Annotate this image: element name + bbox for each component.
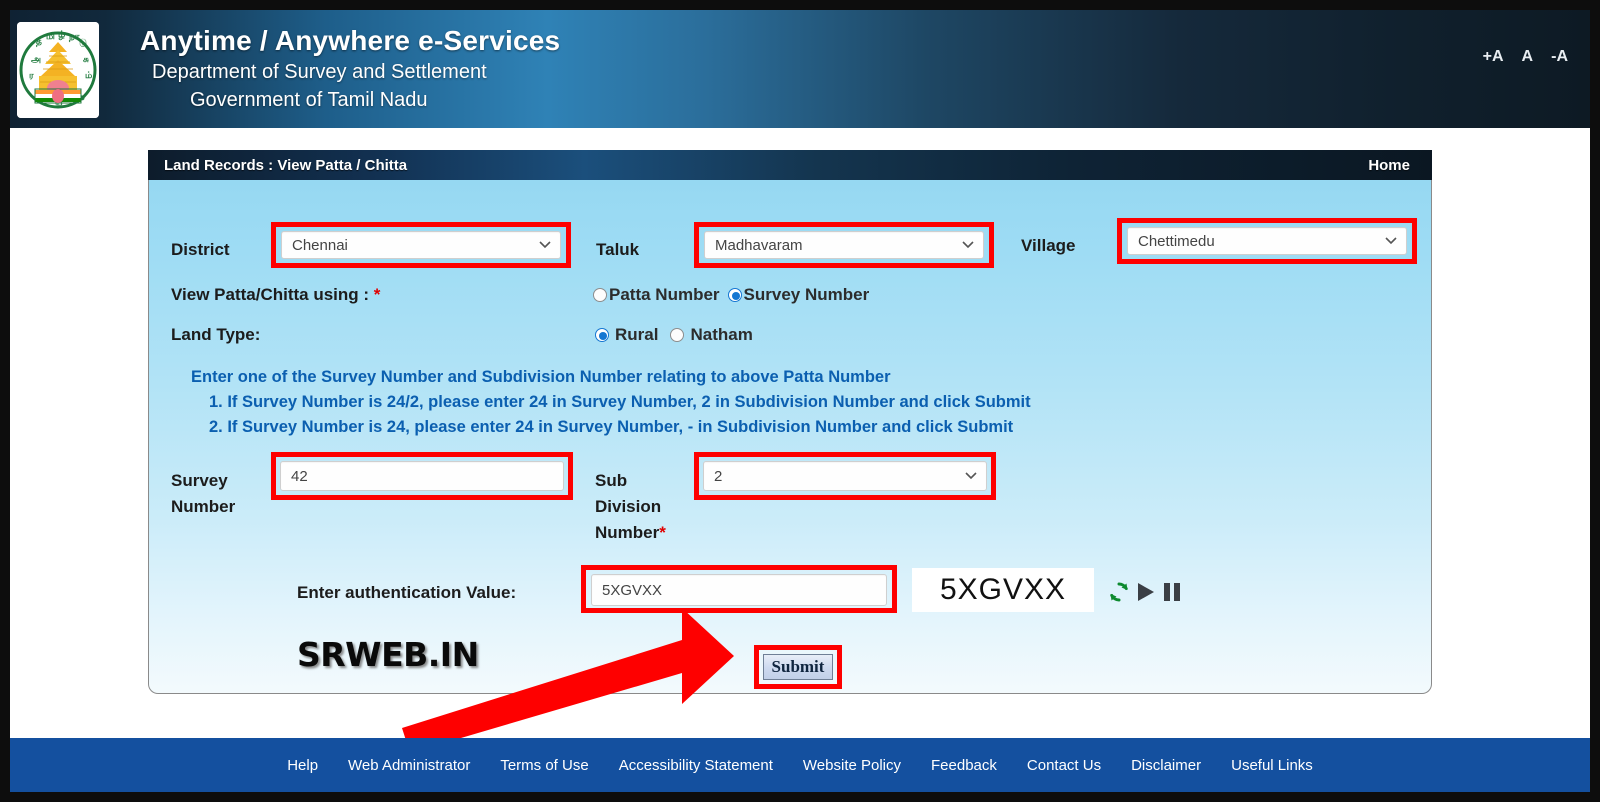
radio-survey-number-label: Survey Number (743, 285, 870, 304)
chevron-down-icon (965, 472, 977, 480)
captcha-image: 5XGVXX (912, 568, 1094, 612)
svg-text:டு: டு (79, 38, 87, 48)
instructions-block: Enter one of the Survey Number and Subdi… (191, 365, 1031, 440)
footer-link-accessibility-statement[interactable]: Accessibility Statement (619, 757, 773, 774)
chevron-down-icon (1385, 237, 1397, 245)
captcha-text: 5XGVXX (939, 573, 1067, 606)
font-increase-button[interactable]: +A (1483, 48, 1504, 66)
district-label: District (171, 240, 230, 259)
card-title-bar: Land Records : View Patta / Chitta Home (148, 150, 1432, 180)
village-select-value: Chettimedu (1138, 232, 1215, 250)
view-using-label-text: View Patta/Chitta using : (171, 285, 370, 304)
home-link[interactable]: Home (1368, 157, 1410, 174)
village-select[interactable]: Chettimedu (1127, 227, 1407, 255)
taluk-label: Taluk (596, 240, 640, 259)
header-title-block: Anytime / Anywhere e-Services Department… (140, 24, 560, 114)
chevron-down-icon (539, 241, 551, 249)
sub-division-label-line3-text: Number (595, 523, 660, 542)
taluk-select[interactable]: Madhavaram (704, 231, 984, 259)
village-label: Village (1021, 236, 1076, 255)
survey-number-input[interactable]: 42 (280, 461, 564, 491)
sub-division-select[interactable]: 2 (703, 461, 987, 491)
svg-text:நா: நா (68, 32, 80, 42)
footer-link-contact-us[interactable]: Contact Us (1027, 757, 1101, 774)
survey-number-label-line1: Survey (171, 471, 228, 490)
land-records-card: Land Records : View Patta / Chitta Home … (148, 150, 1432, 694)
radio-patta-number-label: Patta Number (609, 285, 720, 304)
pause-icon[interactable] (1161, 580, 1183, 604)
land-type-radio-group: Rural Natham (595, 325, 753, 345)
radio-patta-number[interactable] (593, 288, 607, 302)
radio-rural-label: Rural (615, 325, 659, 344)
district-select[interactable]: Chennai (281, 231, 561, 259)
refresh-icon[interactable] (1107, 580, 1131, 604)
form-panel: District Chennai Taluk Madhavaram Villag… (148, 180, 1432, 694)
district-select-value: Chennai (292, 236, 348, 254)
survey-number-label: Survey Number (171, 468, 235, 520)
submit-button[interactable]: Submit (763, 654, 833, 680)
site-title: Anytime / Anywhere e-Services (140, 25, 561, 56)
sub-division-label-line1: Sub (595, 471, 628, 490)
sub-division-number-label: Sub Division Number* (595, 468, 666, 546)
taluk-select-value: Madhavaram (715, 236, 803, 254)
auth-value-label: Enter authentication Value: (297, 583, 517, 602)
view-using-radio-group: Patta Number Survey Number (593, 285, 869, 305)
svg-text:சு: சு (83, 55, 89, 65)
radio-natham[interactable] (670, 328, 685, 342)
instruction-line-3: 2. If Survey Number is 24, please enter … (209, 418, 1014, 436)
auth-value-input[interactable]: 5XGVXX (591, 574, 887, 606)
svg-text:மி: மி (46, 31, 55, 42)
svg-text:அ: அ (31, 55, 41, 65)
svg-text:ழ்: ழ் (58, 30, 65, 40)
sub-division-label-line2: Division (595, 497, 662, 516)
footer-link-disclaimer[interactable]: Disclaimer (1131, 757, 1201, 774)
radio-rural[interactable] (595, 328, 609, 342)
footer-link-help[interactable]: Help (287, 757, 318, 774)
instruction-line-1: Enter one of the Survey Number and Subdi… (191, 368, 891, 386)
radio-natham-label: Natham (690, 325, 753, 344)
tamil-nadu-emblem-icon: தமி ழ்நா டு அர சும் வாய் மை (17, 22, 99, 118)
footer-link-web-administrator[interactable]: Web Administrator (348, 757, 470, 774)
svg-text:ர: ர (29, 71, 34, 81)
site-header: தமி ழ்நா டு அர சும் வாய் மை (10, 10, 1590, 128)
survey-number-value: 42 (291, 467, 308, 485)
site-subtitle-government: Government of Tamil Nadu (190, 89, 428, 111)
svg-text:ம்: ம் (85, 71, 92, 81)
footer-link-terms-of-use[interactable]: Terms of Use (500, 757, 588, 774)
svg-text:த: த (36, 37, 42, 47)
auth-value-text: 5XGVXX (602, 581, 663, 599)
sub-division-label-line3: Number* (595, 520, 666, 546)
font-normal-button[interactable]: A (1522, 48, 1534, 66)
font-decrease-button[interactable]: -A (1551, 48, 1568, 66)
sub-division-required-asterisk: * (659, 523, 666, 542)
footer-link-feedback[interactable]: Feedback (931, 757, 997, 774)
play-icon[interactable] (1135, 580, 1157, 604)
instruction-line-2: 1. If Survey Number is 24/2, please ente… (209, 393, 1031, 411)
font-size-controls: +A A -A (1483, 48, 1568, 66)
main-content: Land Records : View Patta / Chitta Home … (10, 128, 1590, 738)
site-footer: Help Web Administrator Terms of Use Acce… (10, 738, 1590, 792)
view-using-label: View Patta/Chitta using : * (171, 285, 380, 305)
chevron-down-icon (962, 241, 974, 249)
view-using-required-asterisk: * (373, 285, 381, 304)
survey-number-label-line2: Number (171, 497, 236, 516)
footer-link-website-policy[interactable]: Website Policy (803, 757, 901, 774)
radio-survey-number[interactable] (727, 288, 742, 302)
land-type-label: Land Type: (171, 325, 261, 344)
watermark-text: SRWEB.IN (297, 635, 479, 674)
sub-division-value: 2 (714, 467, 723, 485)
captcha-controls (1107, 580, 1183, 604)
site-subtitle-department: Department of Survey and Settlement (152, 61, 487, 83)
page-root: தமி ழ்நா டு அர சும் வாய் மை (10, 10, 1590, 792)
footer-link-useful-links[interactable]: Useful Links (1231, 757, 1313, 774)
page-title: Land Records : View Patta / Chitta (164, 156, 408, 174)
